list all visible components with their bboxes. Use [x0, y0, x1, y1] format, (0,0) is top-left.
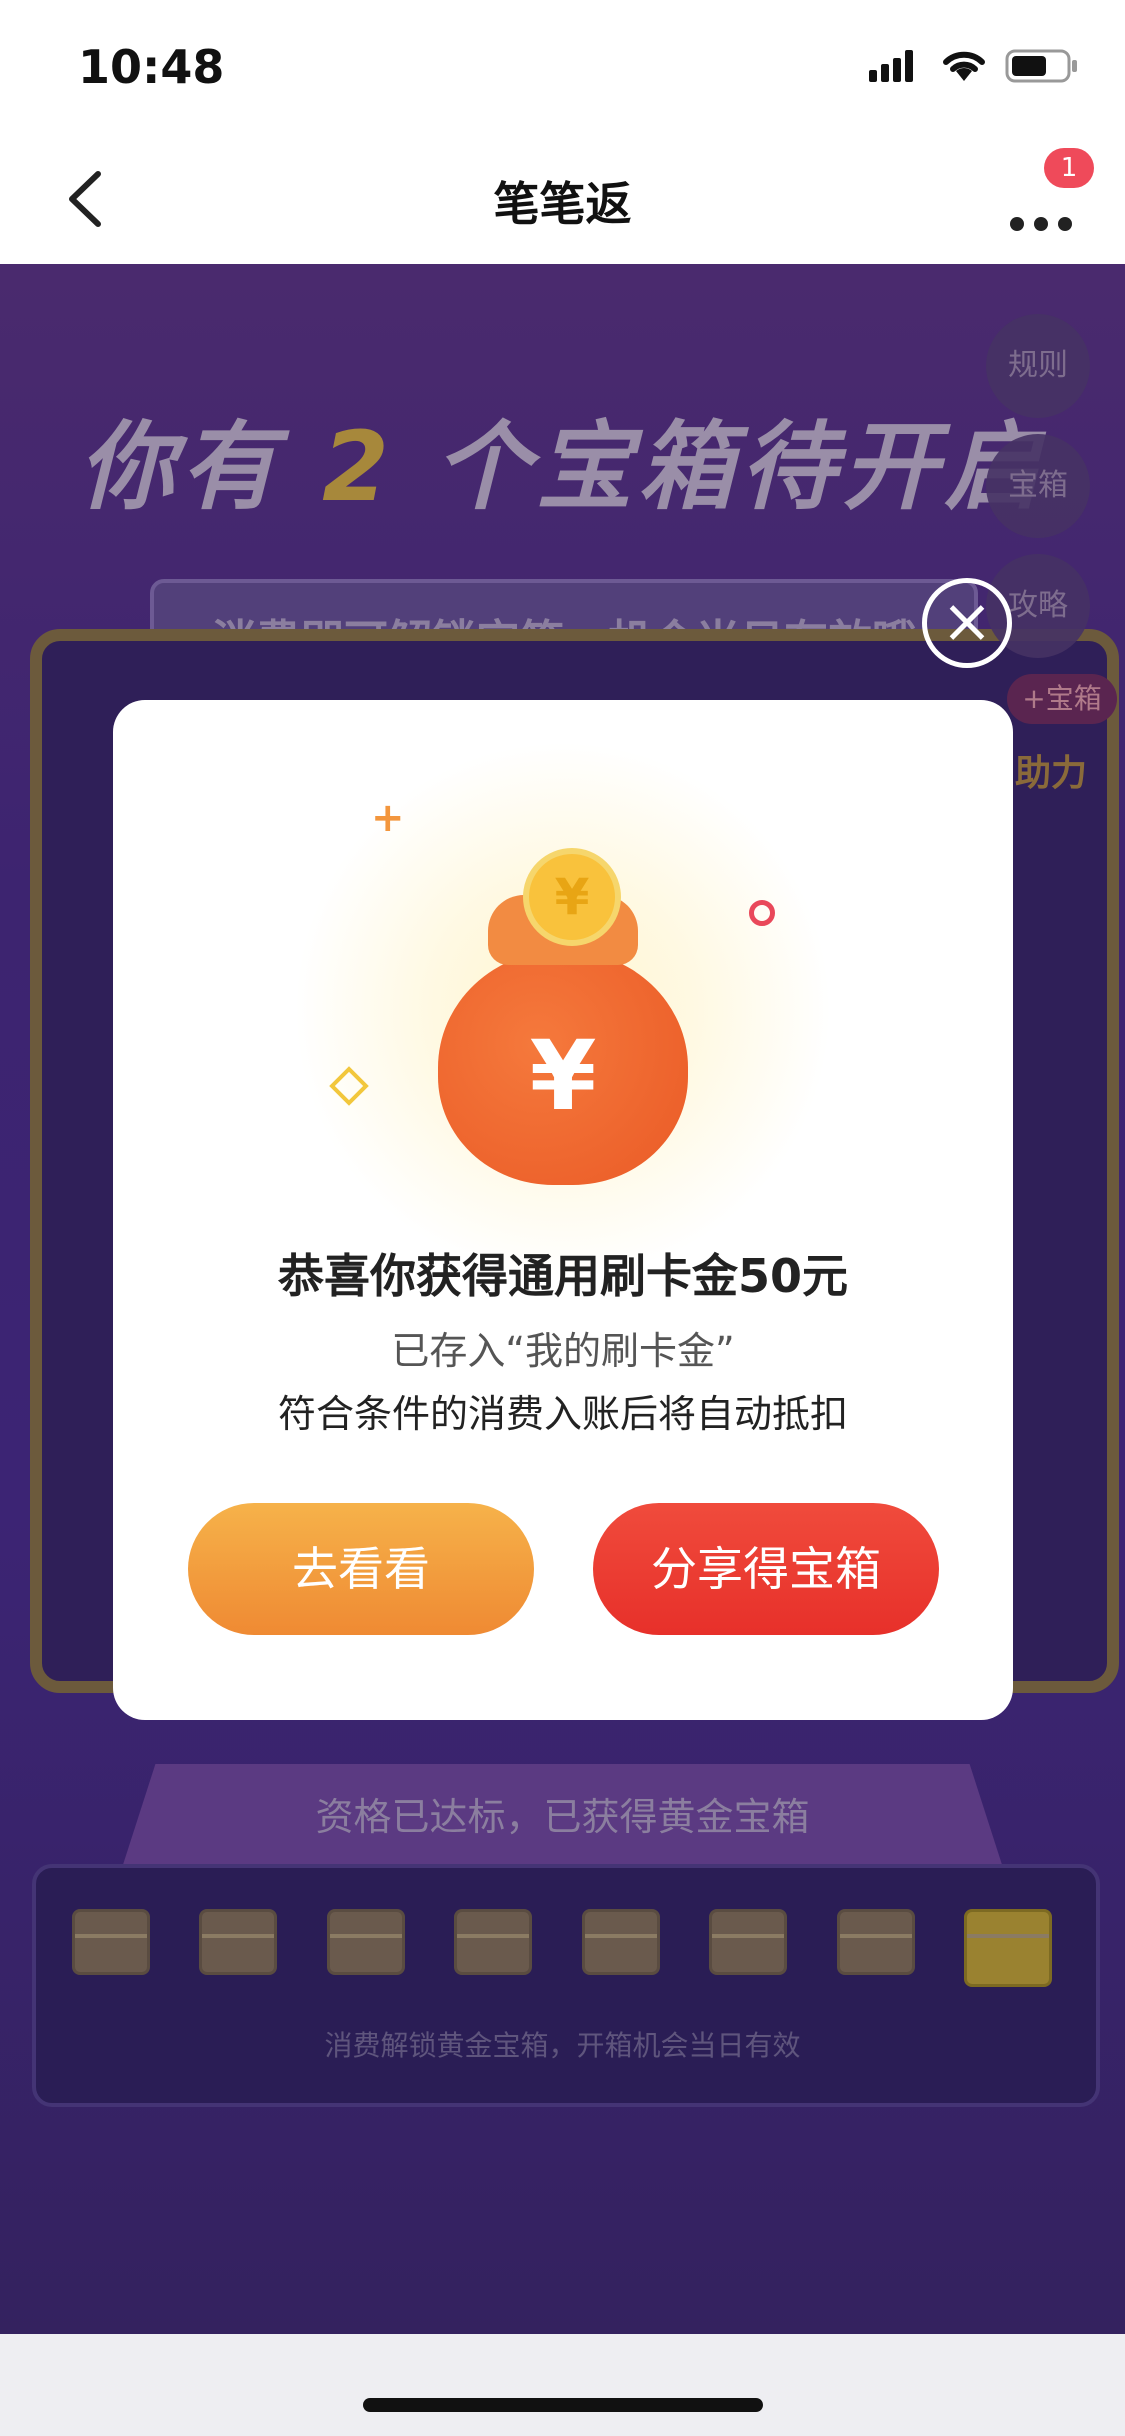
chest-row [72, 1909, 1052, 1987]
reward-deduct-text: 符合条件的消费入账后将自动抵扣 [277, 1392, 848, 1436]
status-bar: 10:48 [0, 0, 1125, 134]
headline: 你有 2 个宝箱待开启 [0, 389, 1125, 528]
chest-caption: 消费解锁黄金宝箱，开箱机会当日有效 [324, 2029, 801, 2062]
headline-suffix: 个宝箱待开启 [434, 411, 1047, 523]
boost-label[interactable]: 助力 [1015, 744, 1087, 796]
signal-icon [869, 50, 913, 82]
bag-yen-symbol: ¥ [529, 1020, 597, 1132]
reward-title: 恭喜你获得通用刷卡金50元 [277, 1249, 848, 1303]
reward-modal: + ¥ ¥ 恭喜你获得通用刷卡金50元 已存入“我的刷卡金” 符合条件的消费入账… [113, 700, 1013, 1720]
sparkle-ring-icon [749, 900, 775, 926]
chest-icon [326, 1909, 405, 1975]
share-for-chest-button[interactable]: 分享得宝箱 [593, 1503, 939, 1635]
qualification-text: 资格已达标，已获得黄金宝箱 [315, 1795, 810, 1839]
headline-prefix: 你有 [78, 411, 283, 523]
gold-chest-icon[interactable] [963, 1909, 1052, 1987]
view-button[interactable]: 去看看 [188, 1503, 534, 1635]
coin-icon: ¥ [523, 848, 621, 946]
rules-button[interactable]: 规则 [986, 314, 1090, 418]
battery-icon [1005, 49, 1077, 83]
chests-button[interactable]: 宝箱 [986, 434, 1090, 538]
chest-icon [72, 1909, 150, 1975]
reward-saved-text: 已存入“我的刷卡金” [391, 1329, 735, 1373]
close-icon[interactable] [922, 578, 1012, 668]
home-indicator[interactable] [363, 2398, 763, 2412]
wifi-icon [943, 51, 985, 81]
boost-badge: +宝箱 [1007, 674, 1117, 724]
nav-bar: 笔笔返 [0, 134, 1125, 264]
chest-icon [581, 1909, 660, 1975]
chest-icon [199, 1909, 278, 1975]
status-icons [869, 48, 1079, 84]
notification-badge: 1 [1044, 148, 1094, 188]
chest-icon [836, 1909, 915, 1975]
sparkle-plus-icon: + [371, 795, 405, 841]
chest-icon [709, 1909, 788, 1975]
chest-icon [454, 1909, 533, 1975]
headline-count: 2 [322, 411, 395, 523]
status-time: 10:48 [78, 40, 225, 94]
page-title: 笔笔返 [493, 177, 632, 231]
